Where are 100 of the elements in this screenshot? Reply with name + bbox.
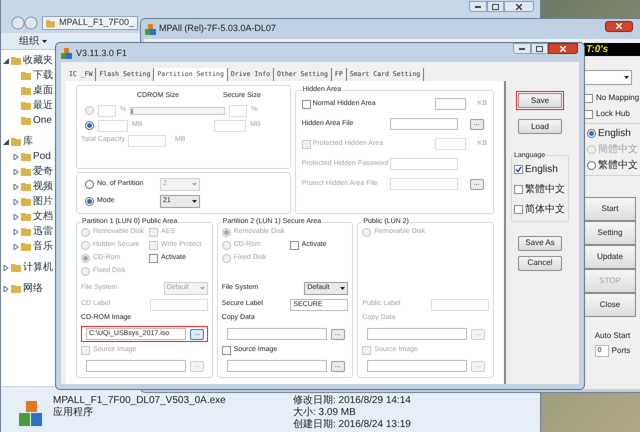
slider-thumb[interactable] xyxy=(131,108,134,114)
nav-item[interactable]: 爱奇 xyxy=(33,166,53,178)
created-date: 创建日期: 2016/8/24 13:19 xyxy=(293,419,412,431)
dialog-button[interactable]: Load xyxy=(518,119,562,134)
breadcrumb: MPALL_F1_7F00_ xyxy=(59,16,134,30)
checkbox[interactable] xyxy=(302,100,311,108)
collapsed-arrow-icon[interactable] xyxy=(3,264,9,270)
text-field[interactable] xyxy=(150,298,208,310)
radio-button[interactable] xyxy=(587,161,596,170)
app-icon xyxy=(145,24,156,34)
organize-menu[interactable]: 组织 xyxy=(19,34,39,48)
side-button[interactable]: Update xyxy=(584,245,636,269)
file-type: 应用程序 xyxy=(53,407,94,419)
minimize-icon xyxy=(475,6,481,8)
nav-item[interactable]: One xyxy=(33,114,52,126)
caret-icon xyxy=(340,287,346,290)
size-slider[interactable] xyxy=(130,106,226,114)
label: Lock Hub xyxy=(596,108,630,120)
text-field[interactable] xyxy=(434,138,466,150)
expanded-arrow-icon[interactable] xyxy=(3,58,9,64)
text-field[interactable] xyxy=(98,120,128,132)
path-field[interactable] xyxy=(226,360,327,372)
text-field[interactable] xyxy=(214,120,246,132)
nav-item[interactable]: 桌面 xyxy=(33,84,53,96)
text-field[interactable] xyxy=(229,104,248,116)
maximize-button[interactable] xyxy=(487,1,504,12)
label: English xyxy=(525,162,558,176)
address-bar[interactable]: MPALL_F1_7F00_ xyxy=(42,16,138,30)
text-field[interactable] xyxy=(98,104,116,116)
expanded-arrow-icon[interactable] xyxy=(3,138,9,144)
nav-item[interactable]: 音乐 xyxy=(33,240,53,252)
nav-item[interactable]: 文档 xyxy=(33,210,53,222)
radio-button[interactable] xyxy=(85,180,94,189)
back-button[interactable] xyxy=(11,16,39,30)
checkbox[interactable] xyxy=(514,184,523,194)
nav-item[interactable]: 视频 xyxy=(33,180,53,192)
checkbox[interactable] xyxy=(514,164,523,174)
maximize-icon xyxy=(492,4,499,10)
collapsed-arrow-icon[interactable] xyxy=(13,154,19,160)
collapsed-arrow-icon[interactable] xyxy=(13,244,19,250)
label: 繁體中文 xyxy=(525,182,565,196)
nav-item[interactable]: 库 xyxy=(23,136,33,148)
close-button[interactable] xyxy=(504,1,534,12)
modified-date: 修改日期: 2016/8/29 14:14 xyxy=(293,395,412,406)
folder-icon xyxy=(11,284,21,293)
side-button[interactable]: Start xyxy=(584,197,636,221)
caret-icon xyxy=(192,200,197,203)
label: No Mapping xyxy=(596,92,640,104)
collapsed-arrow-icon[interactable] xyxy=(3,286,9,292)
window-title: V3.11.3.0 F1 xyxy=(76,47,127,60)
dialog-button[interactable]: Save As xyxy=(518,236,562,250)
timer-display: T:0's xyxy=(584,43,640,56)
minimize-icon xyxy=(519,48,525,50)
label: English xyxy=(598,127,631,141)
nav-item[interactable]: 迅雷 xyxy=(33,226,53,238)
collapsed-arrow-icon[interactable] xyxy=(13,228,19,234)
side-button[interactable]: Setting xyxy=(584,221,636,245)
nav-item[interactable]: 计算机 xyxy=(23,262,53,274)
collapsed-arrow-icon[interactable] xyxy=(13,198,19,204)
checkbox[interactable] xyxy=(514,204,523,214)
nav-item[interactable]: 下载 xyxy=(33,70,53,82)
file-name: MPALL_F1_7F00_DL07_V503_0A.exe xyxy=(53,395,227,406)
label: Auto Start xyxy=(594,330,630,342)
nav-item[interactable]: 收藏夹 xyxy=(23,54,53,66)
caret-icon xyxy=(192,183,197,186)
collapsed-arrow-icon[interactable] xyxy=(13,168,19,174)
text-field[interactable] xyxy=(128,134,166,146)
text-field[interactable] xyxy=(390,178,458,190)
file-size: 大小: 3.09 MB xyxy=(293,407,357,418)
nav-item[interactable]: 网络 xyxy=(23,282,43,294)
checkbox[interactable] xyxy=(222,346,231,354)
close-button[interactable] xyxy=(548,43,578,54)
path-field[interactable] xyxy=(226,328,327,340)
close-icon xyxy=(560,46,566,52)
caret-icon xyxy=(200,287,205,290)
text-field[interactable] xyxy=(390,118,458,130)
caret-icon xyxy=(624,76,629,79)
close-icon xyxy=(616,23,622,29)
dialog-button[interactable]: Cancel xyxy=(518,256,562,270)
nav-item[interactable]: 图片 xyxy=(33,196,53,208)
maximize-button[interactable] xyxy=(531,43,548,54)
nav-item[interactable]: Pod xyxy=(33,150,51,162)
collapsed-arrow-icon[interactable] xyxy=(13,214,19,220)
radio-button[interactable] xyxy=(85,106,94,115)
side-button[interactable]: Close xyxy=(584,293,636,317)
text-field[interactable] xyxy=(390,158,458,170)
label: 简体中文 xyxy=(525,202,565,216)
radio-button[interactable] xyxy=(85,197,94,206)
minimize-button[interactable] xyxy=(513,43,531,54)
text-field[interactable] xyxy=(431,298,490,310)
text-field[interactable] xyxy=(434,98,466,110)
radio-button[interactable] xyxy=(587,129,596,138)
dropdown[interactable] xyxy=(584,70,632,85)
app-icon xyxy=(61,48,72,60)
collapsed-arrow-icon[interactable] xyxy=(13,184,19,190)
close-button[interactable] xyxy=(605,20,633,32)
dialog-button[interactable]: Save xyxy=(516,91,564,110)
minimize-button[interactable] xyxy=(469,1,487,12)
radio-button[interactable] xyxy=(85,121,94,130)
nav-item[interactable]: 最近 xyxy=(33,100,53,112)
